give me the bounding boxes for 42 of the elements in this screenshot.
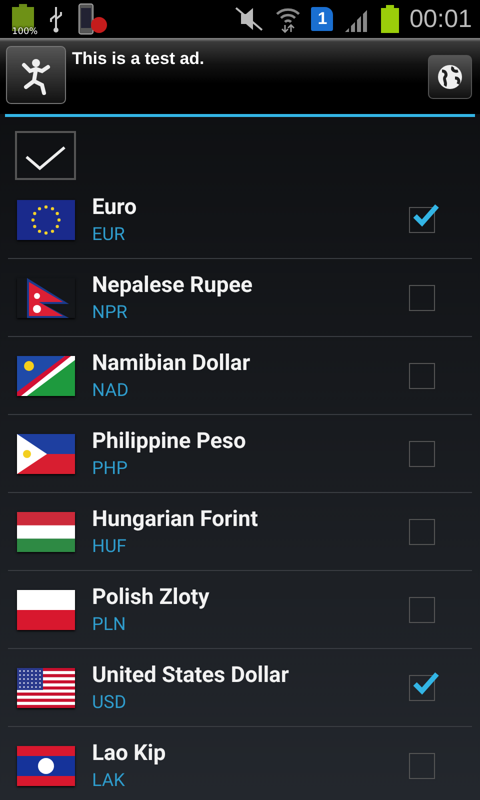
currency-code: HUF: [92, 536, 128, 556]
currency-code: LAK: [92, 770, 126, 790]
currency-name: Euro: [92, 194, 138, 220]
currency-code: EUR: [92, 224, 126, 244]
clock-time: 00:01: [409, 4, 472, 34]
ad-text: This is a test ad.: [72, 49, 206, 69]
currency-checkbox[interactable]: [409, 518, 435, 544]
flag-icon: [17, 512, 75, 552]
currency-name: United States Dollar: [92, 662, 290, 688]
currency-code: NPR: [92, 302, 128, 322]
currency-checkbox[interactable]: [409, 440, 435, 466]
currency-code: NAD: [92, 380, 130, 400]
currency-checkbox[interactable]: [409, 596, 435, 622]
ad-banner[interactable]: This is a test ad.: [0, 38, 480, 114]
currency-checkbox[interactable]: [409, 362, 435, 388]
currency-code: PHP: [92, 458, 129, 478]
checkmark-icon: [411, 670, 441, 696]
currency-name: Namibian Dollar: [92, 350, 252, 376]
currency-name: Philippine Peso: [92, 428, 247, 454]
globe-icon[interactable]: [428, 55, 472, 99]
currency-name: Lao Kip: [92, 740, 167, 766]
select-all-checkbox[interactable]: [15, 131, 76, 180]
currency-checkbox[interactable]: [409, 752, 435, 778]
currency-name: Nepalese Rupee: [92, 272, 254, 298]
flag-icon: [17, 746, 75, 786]
flag-icon: [17, 434, 75, 474]
flag-icon: [17, 356, 75, 396]
currency-checkbox[interactable]: [409, 284, 435, 310]
sim-icon: 1: [311, 7, 334, 31]
checkmark-icon: [411, 202, 441, 228]
phone-icon: [78, 3, 108, 35]
flag-icon: [17, 668, 75, 708]
usb-icon: [48, 5, 64, 33]
mute-icon: [233, 6, 266, 32]
flag-icon: [17, 590, 75, 630]
running-figure-icon: [6, 46, 66, 104]
flag-icon: [17, 200, 75, 240]
currency-name: Hungarian Forint: [92, 506, 259, 532]
currency-code: PLN: [92, 614, 127, 634]
currency-name: Polish Zloty: [92, 584, 210, 610]
currency-code: USD: [92, 692, 128, 712]
battery-icon: [381, 5, 400, 33]
